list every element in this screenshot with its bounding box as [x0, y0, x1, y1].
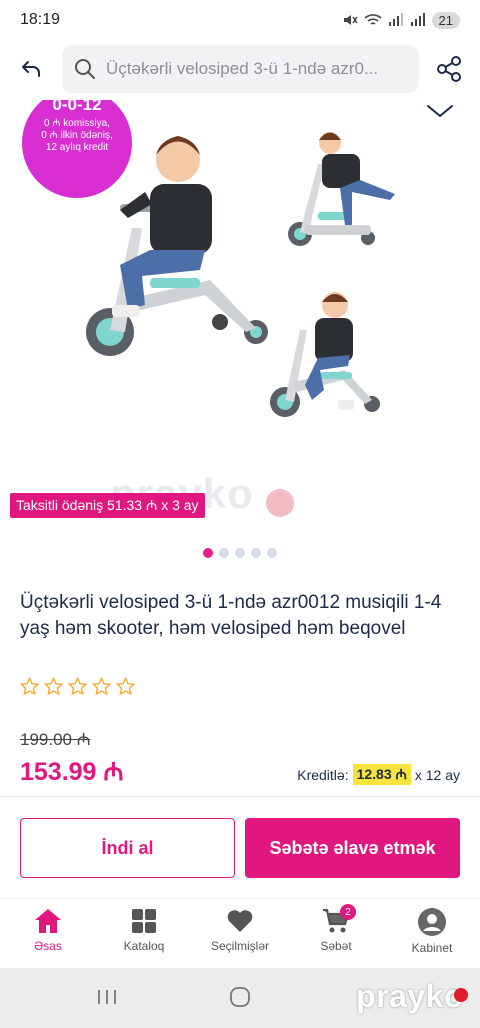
star-icon: [68, 677, 87, 696]
divider: [0, 796, 480, 797]
home-button-icon[interactable]: [229, 986, 251, 1008]
battery-indicator: 21: [431, 11, 460, 29]
tab-account[interactable]: Kabinet: [384, 899, 480, 968]
star-icon: [20, 677, 39, 696]
tab-home[interactable]: Əsas: [0, 899, 96, 968]
carousel-dot[interactable]: [219, 548, 229, 558]
tab-catalog-label: Kataloq: [123, 939, 165, 953]
recent-apps-icon[interactable]: [96, 988, 118, 1006]
share-button[interactable]: [419, 42, 479, 96]
bottom-tab-bar: Əsas Kataloq Seçilmişlər 2 Səbət Kabinet: [0, 898, 480, 968]
tab-cart-label: Səbət: [320, 939, 352, 953]
promo-headline: 0-0-12: [52, 100, 102, 114]
balance-bike-illustration: [270, 292, 380, 417]
tab-catalog[interactable]: Kataloq: [96, 899, 192, 968]
brand-logo: prayko: [356, 978, 464, 1014]
brand-dot: [454, 988, 468, 1002]
add-to-cart-button[interactable]: Səbətə əlavə etmək: [245, 818, 460, 878]
carousel-dot[interactable]: [267, 548, 277, 558]
product-title: Üçtəkərli velosiped 3-ü 1-ndə azr0012 mu…: [20, 592, 442, 639]
promo-line-3: 12 aylıq kredit: [45, 142, 109, 153]
credit-info: Kreditlə: 12.83 ₼ x 12 ay: [297, 764, 460, 785]
search-input[interactable]: Üçtəkərli velosiped 3-ü 1-ndə azr0...: [62, 45, 419, 93]
signal-icon: [388, 13, 403, 26]
wifi-icon: [363, 14, 382, 25]
current-price: 153.99 ₼: [20, 758, 124, 786]
status-time: 18:19: [20, 11, 61, 28]
collapse-button[interactable]: [422, 100, 458, 124]
heart-icon: [227, 910, 253, 932]
credit-monthly-value: 12.83 ₼: [352, 764, 411, 785]
user-icon: [418, 908, 446, 936]
credit-term: x 12 ay: [414, 766, 460, 783]
tab-favorites-label: Seçilmişlər: [210, 939, 269, 953]
chevron-down-icon: [427, 105, 453, 118]
cart-count-badge: 2: [340, 904, 356, 920]
home-icon: [35, 909, 61, 933]
watermark-dot: [266, 489, 294, 517]
back-button[interactable]: [0, 42, 62, 96]
buy-now-button[interactable]: İndi al: [20, 818, 235, 878]
installment-tag: Taksitli ödəniş 51.33 ₼ x 3 ay: [10, 493, 205, 518]
star-icon: [116, 677, 135, 696]
search-value: Üçtəkərli velosiped 3-ü 1-ndə azr0...: [106, 59, 379, 78]
scooter-illustration: [288, 132, 395, 246]
search-header: Üçtəkərli velosiped 3-ü 1-ndə azr0...: [0, 42, 480, 96]
mute-icon: [343, 15, 358, 25]
star-icon: [44, 677, 63, 696]
status-bar: 18:19 21: [0, 0, 480, 40]
carousel-dots: [0, 548, 480, 558]
carousel-dot[interactable]: [235, 548, 245, 558]
search-icon: [75, 59, 95, 79]
back-arrow-icon: [22, 61, 40, 77]
status-icons: 21: [342, 11, 460, 29]
old-price: 199.00 ₼: [20, 730, 91, 749]
carousel-dot[interactable]: [203, 548, 213, 558]
star-icon: [92, 677, 111, 696]
product-gallery[interactable]: 0-0-12 0 ₼ komissiya, 0 ₼ ilkin ödəniş, …: [0, 100, 480, 540]
tab-account-label: Kabinet: [411, 941, 453, 955]
tab-favorites[interactable]: Seçilmişlər: [192, 899, 288, 968]
tab-home-label: Əsas: [34, 939, 62, 953]
grid-icon: [132, 909, 156, 933]
share-icon: [437, 56, 461, 82]
rating-stars[interactable]: [20, 677, 135, 696]
carousel-dot[interactable]: [251, 548, 261, 558]
credit-label: Kreditlə:: [297, 766, 349, 783]
system-nav-bar: prayko: [0, 968, 480, 1028]
promo-line-1: 0 ₼ komissiya,: [44, 118, 110, 129]
tab-cart[interactable]: 2 Səbət: [288, 899, 384, 968]
signal-icon-2: [410, 13, 425, 26]
promo-line-2: 0 ₼ ilkin ödəniş,: [41, 130, 113, 141]
